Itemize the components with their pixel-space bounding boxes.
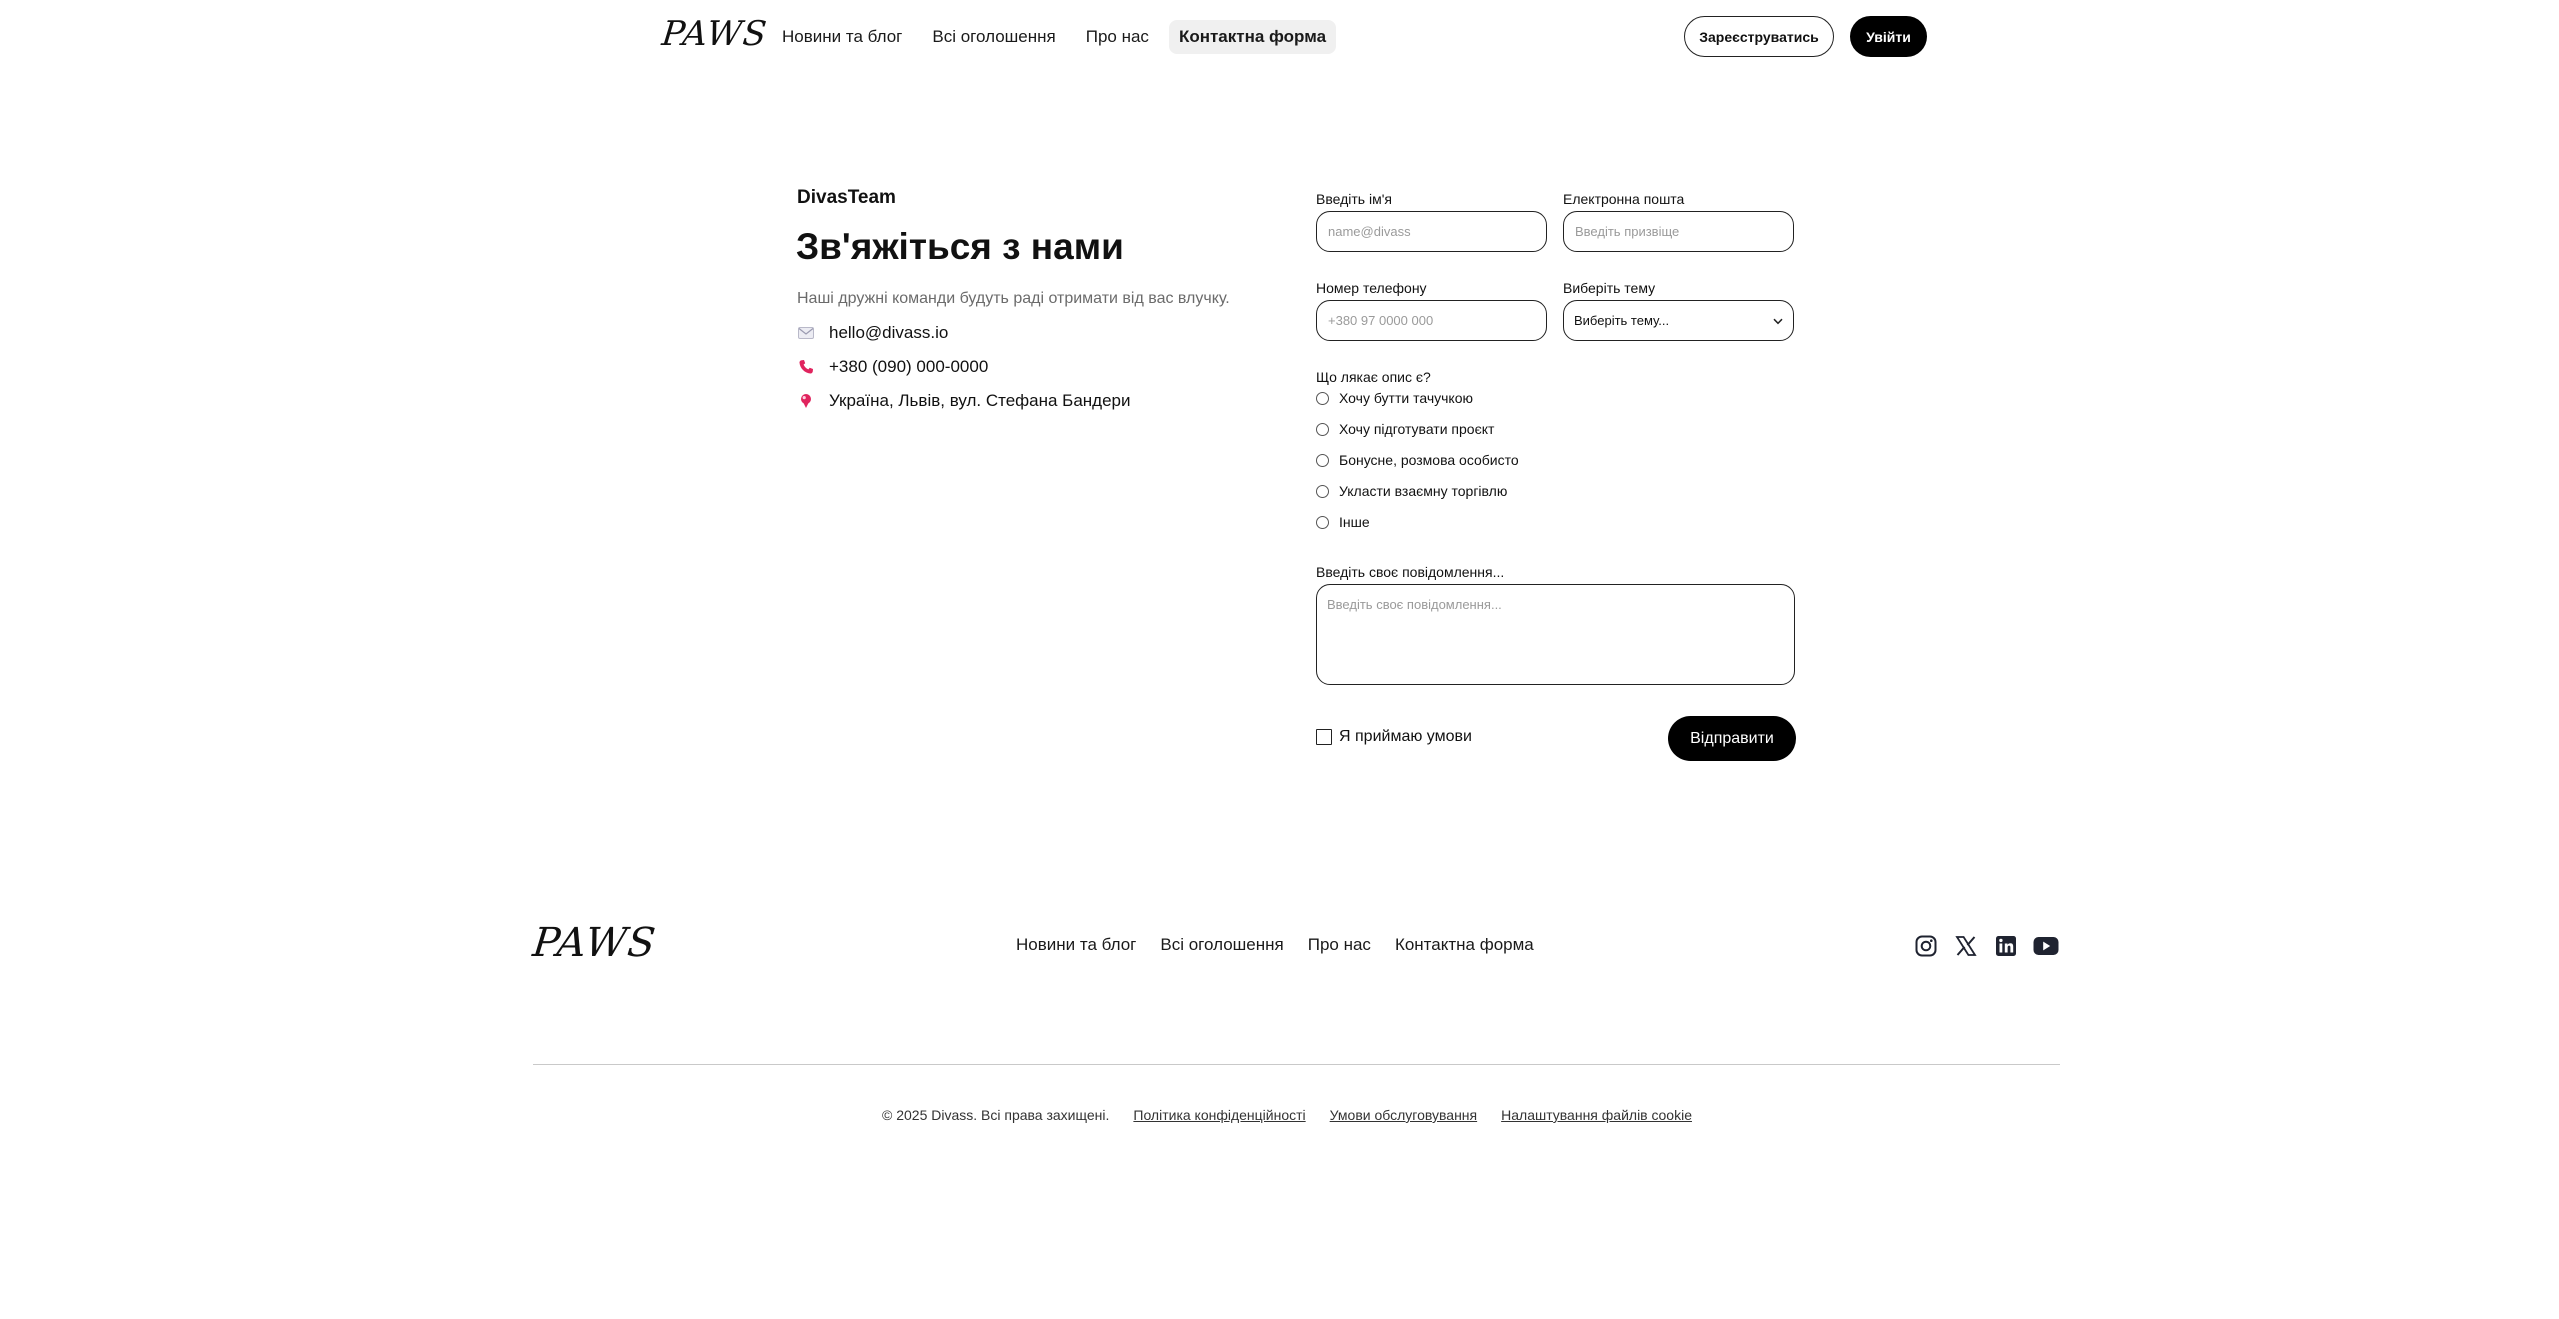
location-pin-icon bbox=[797, 392, 815, 410]
radio-option[interactable]: Укласти взаємну торгівлю bbox=[1316, 483, 1507, 499]
radio-option-label: Хочу підготувати проєкт bbox=[1339, 421, 1495, 437]
nav-item-listings[interactable]: Всі оголошення bbox=[922, 20, 1065, 54]
footer-legal: © 2025 Divass. Всі права захищені. Політ… bbox=[882, 1107, 1692, 1123]
subtitle: Наші дружні команди будуть раді отримати… bbox=[797, 290, 1230, 307]
radio-option-label: Хочу бутти тачучкою bbox=[1339, 390, 1473, 406]
radio-button[interactable] bbox=[1316, 422, 1329, 436]
terms-checkbox[interactable] bbox=[1316, 729, 1332, 745]
footer-nav-contact[interactable]: Контактна форма bbox=[1395, 935, 1534, 955]
instagram-icon[interactable] bbox=[1913, 933, 1939, 959]
name-input[interactable] bbox=[1316, 211, 1547, 252]
radio-option-label: Інше bbox=[1339, 514, 1370, 530]
topic-select-value: Виберіть тему... bbox=[1574, 313, 1670, 328]
footer-nav-news[interactable]: Новини та блог bbox=[1016, 935, 1136, 955]
linkedin-icon[interactable] bbox=[1993, 933, 2019, 959]
radio-option[interactable]: Хочу бутти тачучкою bbox=[1316, 390, 1473, 406]
mail-icon bbox=[797, 324, 815, 342]
contact-email: hello@divass.io bbox=[797, 323, 948, 343]
terms-checkbox-row[interactable]: Я приймаю умови bbox=[1316, 728, 1472, 746]
page-title: Зв'яжіться з нами bbox=[796, 226, 1124, 267]
email-input[interactable] bbox=[1563, 211, 1794, 252]
topic-label: Виберіть тему bbox=[1563, 280, 1656, 296]
email-text[interactable]: hello@divass.io bbox=[829, 323, 948, 343]
radio-option-label: Укласти взаємну торгівлю bbox=[1339, 483, 1508, 499]
site-header: PAWS Новини та блог Всі оголошення Про н… bbox=[0, 0, 2559, 72]
nav-item-about[interactable]: Про нас bbox=[1076, 20, 1159, 54]
team-name: DivasTeam bbox=[797, 187, 896, 208]
contact-address: Україна, Львів, вул. Стефана Бандери bbox=[797, 391, 1131, 411]
chevron-down-icon bbox=[1773, 313, 1783, 328]
privacy-policy-link[interactable]: Політика конфіденційності bbox=[1133, 1107, 1305, 1123]
footer-nav-about[interactable]: Про нас bbox=[1308, 935, 1371, 955]
phone-input[interactable] bbox=[1316, 300, 1547, 341]
x-icon[interactable] bbox=[1953, 933, 1979, 959]
radio-button[interactable] bbox=[1316, 515, 1329, 529]
login-button[interactable]: Увійти bbox=[1850, 16, 1927, 57]
main-nav: Новини та блог Всі оголошення Про нас Ко… bbox=[772, 20, 1337, 54]
radio-button[interactable] bbox=[1316, 391, 1329, 405]
terms-label: Я приймаю умови bbox=[1339, 728, 1472, 745]
footer-logo[interactable]: PAWS bbox=[531, 920, 659, 966]
cookie-settings-link[interactable]: Налаштування файлів cookie bbox=[1501, 1107, 1692, 1123]
footer-divider bbox=[533, 1064, 2060, 1065]
send-button[interactable]: Відправити bbox=[1668, 716, 1796, 761]
phone-icon bbox=[797, 358, 815, 376]
radio-option-label: Бонусне, розмова особисто bbox=[1339, 452, 1519, 468]
footer-nav: Новини та блог Всі оголошення Про нас Ко… bbox=[1016, 935, 1534, 955]
radio-button[interactable] bbox=[1316, 484, 1329, 498]
radio-option[interactable]: Хочу підготувати проєкт bbox=[1316, 421, 1494, 437]
contact-phone: +380 (090) 000-0000 bbox=[797, 357, 988, 377]
radio-group-label: Що лякає опис є? bbox=[1316, 369, 1431, 385]
radio-button[interactable] bbox=[1316, 453, 1329, 467]
logo[interactable]: PAWS bbox=[660, 14, 769, 54]
register-button[interactable]: Зареєструватись bbox=[1684, 16, 1834, 57]
footer-nav-listings[interactable]: Всі оголошення bbox=[1160, 935, 1283, 955]
copyright-text: © 2025 Divass. Всі права захищені. bbox=[882, 1107, 1110, 1123]
address-text: Україна, Львів, вул. Стефана Бандери bbox=[829, 391, 1131, 410]
phone-label: Номер телефону bbox=[1316, 280, 1427, 296]
radio-option[interactable]: Інше bbox=[1316, 514, 1370, 530]
terms-of-service-link[interactable]: Умови обслуговування bbox=[1330, 1107, 1477, 1123]
message-textarea[interactable] bbox=[1316, 584, 1795, 685]
name-label: Введіть ім'я bbox=[1316, 191, 1392, 207]
youtube-icon[interactable] bbox=[2033, 933, 2059, 959]
topic-select[interactable]: Виберіть тему... bbox=[1563, 300, 1794, 341]
email-label: Електронна пошта bbox=[1563, 191, 1685, 207]
nav-item-contact[interactable]: Контактна форма bbox=[1168, 20, 1337, 54]
nav-item-news[interactable]: Новини та блог bbox=[772, 20, 912, 54]
radio-option[interactable]: Бонусне, розмова особисто bbox=[1316, 452, 1519, 468]
message-label: Введіть своє повідомлення... bbox=[1316, 564, 1505, 580]
social-links bbox=[1913, 933, 2059, 959]
phone-text[interactable]: +380 (090) 000-0000 bbox=[829, 357, 988, 377]
